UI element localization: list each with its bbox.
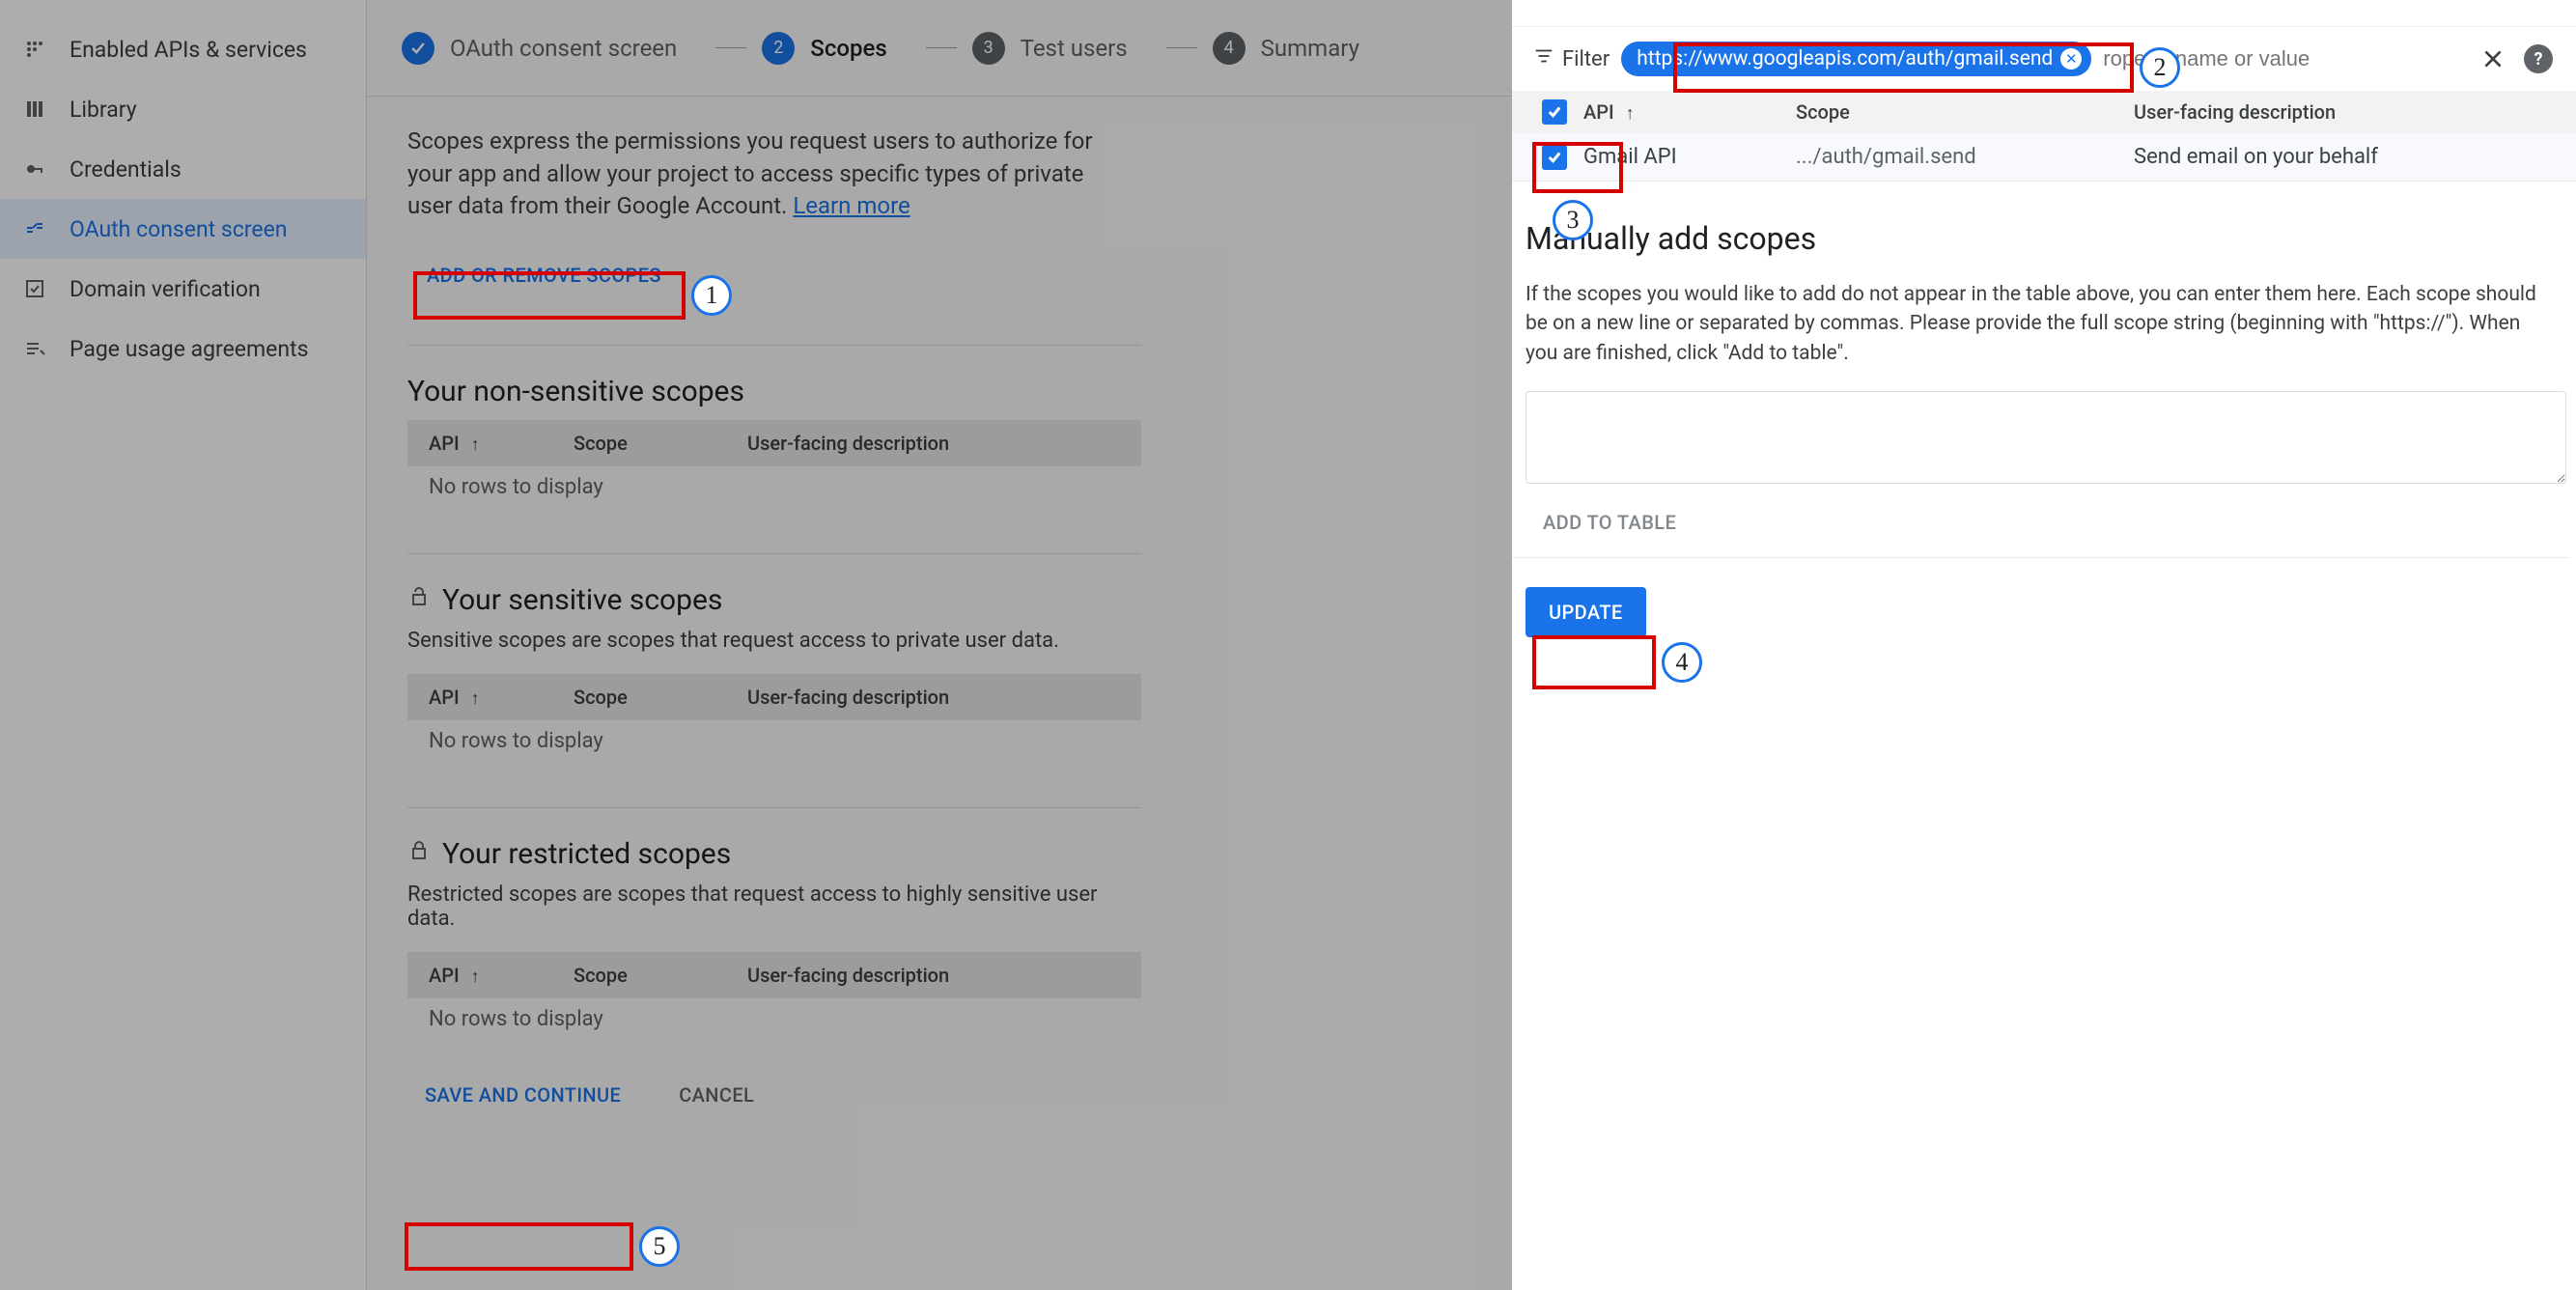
manual-scopes-section: Manually add scopes If the scopes you wo… — [1512, 182, 2576, 637]
filter-button[interactable]: Filter — [1533, 45, 1610, 72]
filter-icon — [1533, 45, 1554, 72]
divider — [1512, 557, 2570, 558]
row-desc: Send email on your behalf — [2134, 145, 2562, 169]
manual-add-heading: Manually add scopes — [1526, 220, 2557, 257]
clear-filter-button[interactable] — [2474, 40, 2512, 78]
row-api: Gmail API — [1583, 145, 1796, 169]
row-scope: .../auth/gmail.send — [1796, 145, 2134, 169]
manual-scopes-textarea[interactable] — [1526, 391, 2566, 484]
filter-input[interactable] — [2103, 46, 2462, 71]
manual-add-description: If the scopes you would like to add do n… — [1526, 280, 2557, 368]
scope-table-header: API Scope User-facing description — [1512, 91, 2576, 133]
row-checkbox[interactable] — [1526, 145, 1583, 170]
filter-label-text: Filter — [1562, 47, 1610, 71]
panel-spacer — [1512, 0, 2576, 27]
col-scope-label: Scope — [1796, 100, 2134, 124]
update-button[interactable]: UPDATE — [1526, 587, 1646, 637]
sort-api-column[interactable]: API — [1583, 100, 1796, 124]
select-all-checkbox[interactable] — [1526, 99, 1583, 125]
modal-overlay — [0, 0, 1512, 1290]
chip-text: https://www.googleapis.com/auth/gmail.se… — [1637, 47, 2053, 70]
col-api-label: API — [1583, 100, 1614, 124]
add-to-table-button[interactable]: ADD TO TABLE — [1526, 488, 2557, 557]
col-desc-label: User-facing description — [2134, 100, 2562, 124]
filter-chip[interactable]: https://www.googleapis.com/auth/gmail.se… — [1621, 42, 2091, 76]
scope-row[interactable]: Gmail API .../auth/gmail.send Send email… — [1512, 133, 2576, 182]
scopes-selector-panel: Filter https://www.googleapis.com/auth/g… — [1512, 0, 2576, 1290]
sort-ascending-icon — [1622, 100, 1635, 124]
filter-bar: Filter https://www.googleapis.com/auth/g… — [1512, 27, 2576, 91]
chip-remove-icon[interactable]: ✕ — [2060, 48, 2082, 70]
help-icon[interactable]: ? — [2524, 44, 2553, 73]
